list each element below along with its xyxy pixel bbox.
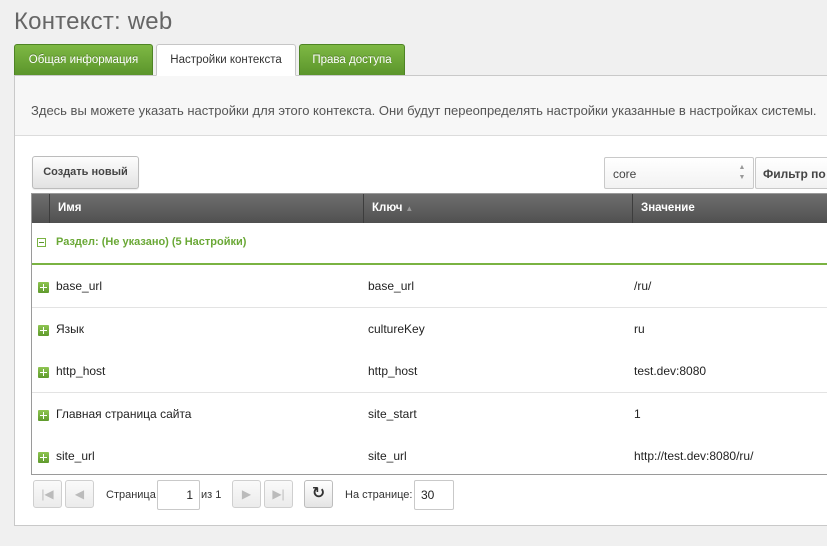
cell-key: http_host [368,364,418,378]
cell-value: /ru/ [634,279,652,293]
cell-key: base_url [368,279,415,293]
tab-general-info[interactable]: Общая информация [14,44,153,75]
cell-key: site_start [368,407,417,421]
table-row[interactable]: base_url base_url /ru/ [32,265,827,308]
cell-value: http://test.dev:8080/ru/ [634,449,754,463]
description-text: Здесь вы можете указать настройки для эт… [31,103,817,118]
table-row[interactable]: http_host http_host test.dev:8080 [32,350,827,393]
namespace-select[interactable]: core ▲ ▼ [604,157,754,189]
expand-plus-icon[interactable] [38,282,49,293]
cell-name: http_host [56,364,106,378]
cell-key: site_url [368,449,407,463]
first-page-icon[interactable]: |◀ [33,480,62,508]
tab-context-settings[interactable]: Настройки контекста [156,44,296,76]
cell-name: base_url [56,279,103,293]
expand-plus-icon[interactable] [38,367,49,378]
expander-column-header [32,194,49,223]
create-new-button[interactable]: Создать новый [32,156,139,189]
settings-grid: Имя Ключ ▲ Значение Раздел: (Не указано) … [31,193,827,475]
panel-description: Здесь вы можете указать настройки для эт… [15,76,827,136]
last-page-icon[interactable]: ▶| [264,480,293,508]
filter-input[interactable]: Фильтр по [755,157,827,189]
cell-value: ru [634,322,645,336]
cell-value: test.dev:8080 [634,364,707,378]
page-label: Страница [106,489,156,501]
group-label: Раздел: (Не указано) (5 Настройки) [56,236,247,248]
select-arrows-icon: ▲ ▼ [738,164,746,181]
table-row[interactable]: Главная страница сайта site_start 1 [32,393,827,436]
expand-plus-icon[interactable] [38,452,49,463]
settings-panel: Здесь вы можете указать настройки для эт… [14,75,827,526]
sort-asc-icon: ▲ [405,204,414,213]
group-header-row[interactable]: Раздел: (Не указано) (5 Настройки) [32,223,827,265]
filter-placeholder: Фильтр по [763,167,826,181]
cell-value: 1 [634,407,641,421]
cell-key: cultureKey [368,322,425,336]
per-page-label: На странице: [345,489,413,501]
namespace-value: core [613,167,637,181]
next-page-icon[interactable]: ▶ [232,480,261,508]
table-row[interactable]: Язык cultureKey ru [32,308,827,351]
expand-plus-icon[interactable] [38,410,49,421]
column-header-key[interactable]: Ключ ▲ [363,194,632,223]
expand-plus-icon[interactable] [38,325,49,336]
cell-name: Главная страница сайта [56,407,192,421]
tab-access-permissions[interactable]: Права доступа [299,44,405,75]
page-count-label: из 1 [201,489,222,501]
table-row[interactable]: site_url site_url http://test.dev:8080/r… [32,435,827,474]
page-number-input[interactable]: 1 [157,480,200,510]
column-header-value[interactable]: Значение [632,194,827,223]
per-page-input[interactable]: 30 [414,480,454,510]
collapse-icon[interactable] [37,238,46,247]
grid-header: Имя Ключ ▲ Значение [32,194,827,223]
cell-name: Язык [56,322,85,336]
page-title: Контекст: web [14,8,173,35]
refresh-icon[interactable]: ↻ [304,480,333,508]
cell-name: site_url [56,449,95,463]
pagination-bar: |◀ ◀ Страница 1 из 1 ▶ ▶| ↻ На странице:… [31,478,827,512]
column-header-name[interactable]: Имя [49,194,363,223]
prev-page-icon[interactable]: ◀ [65,480,94,508]
